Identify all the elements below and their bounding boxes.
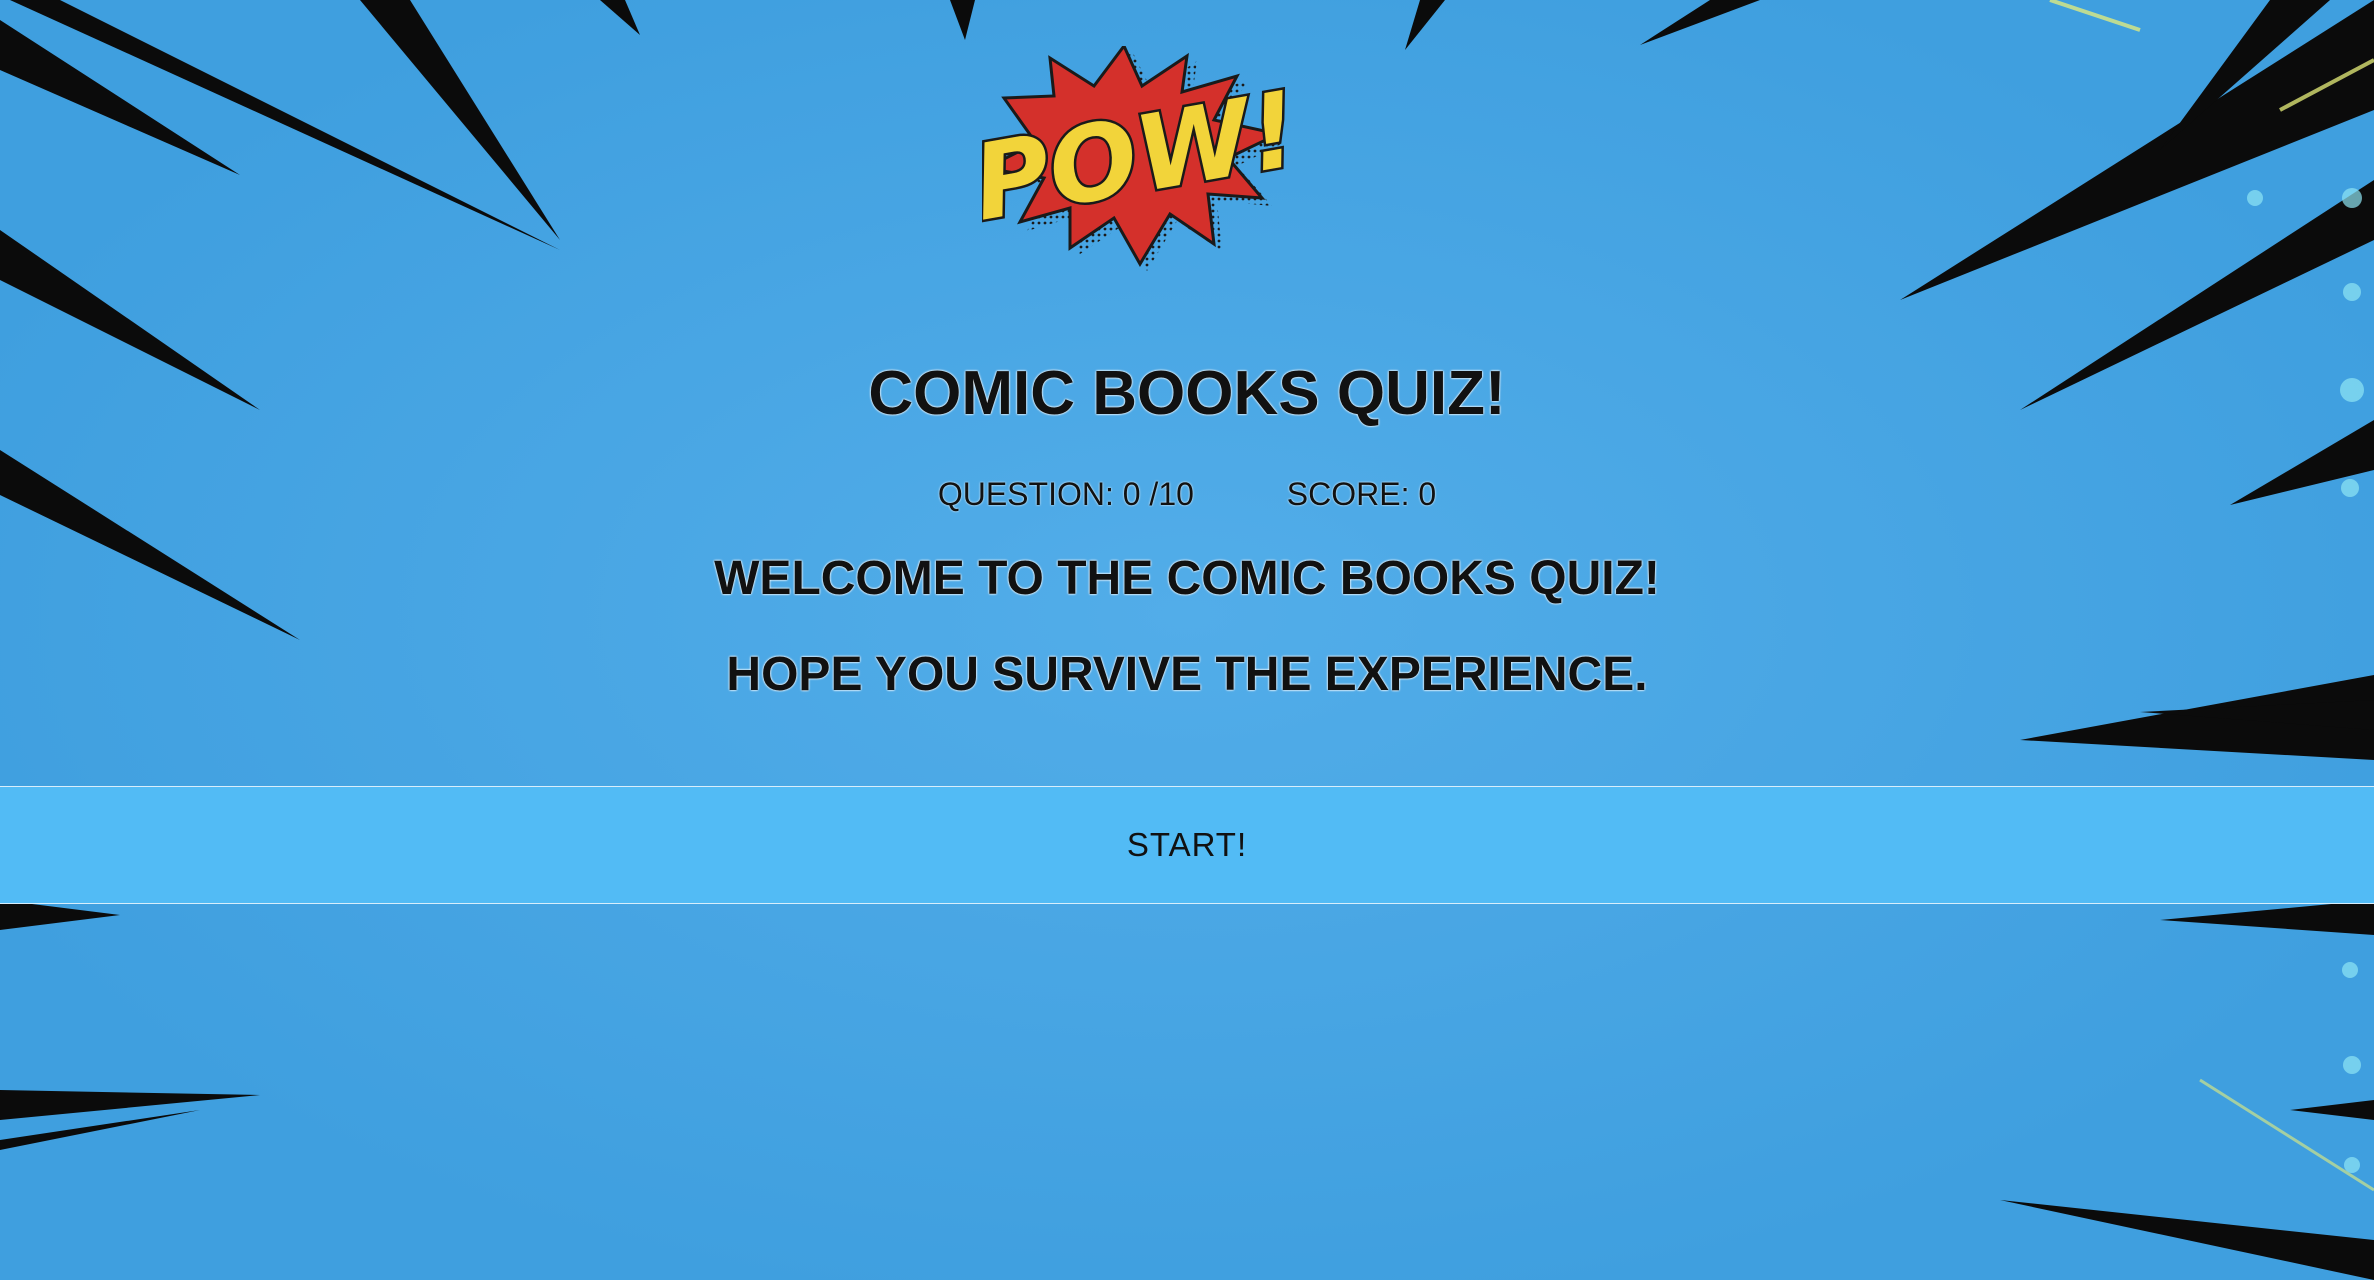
welcome-message: WELCOME TO THE COMIC BOOKS QUIZ!: [714, 552, 1660, 605]
start-button[interactable]: START!: [0, 786, 2374, 904]
pow-burst-icon: POW!: [982, 46, 1292, 271]
start-button-label: START!: [1126, 826, 1248, 863]
page-title: COMIC BOOKS QUIZ!: [868, 359, 1506, 428]
score-counter: SCORE: 0: [1286, 476, 1437, 512]
quiz-stats: QUESTION: 0 /10 SCORE: 0: [0, 472, 2374, 516]
question-counter: QUESTION: 0 /10: [937, 476, 1194, 512]
welcome-subtitle: HOPE YOU SURVIVE THE EXPERIENCE.: [726, 648, 1648, 701]
